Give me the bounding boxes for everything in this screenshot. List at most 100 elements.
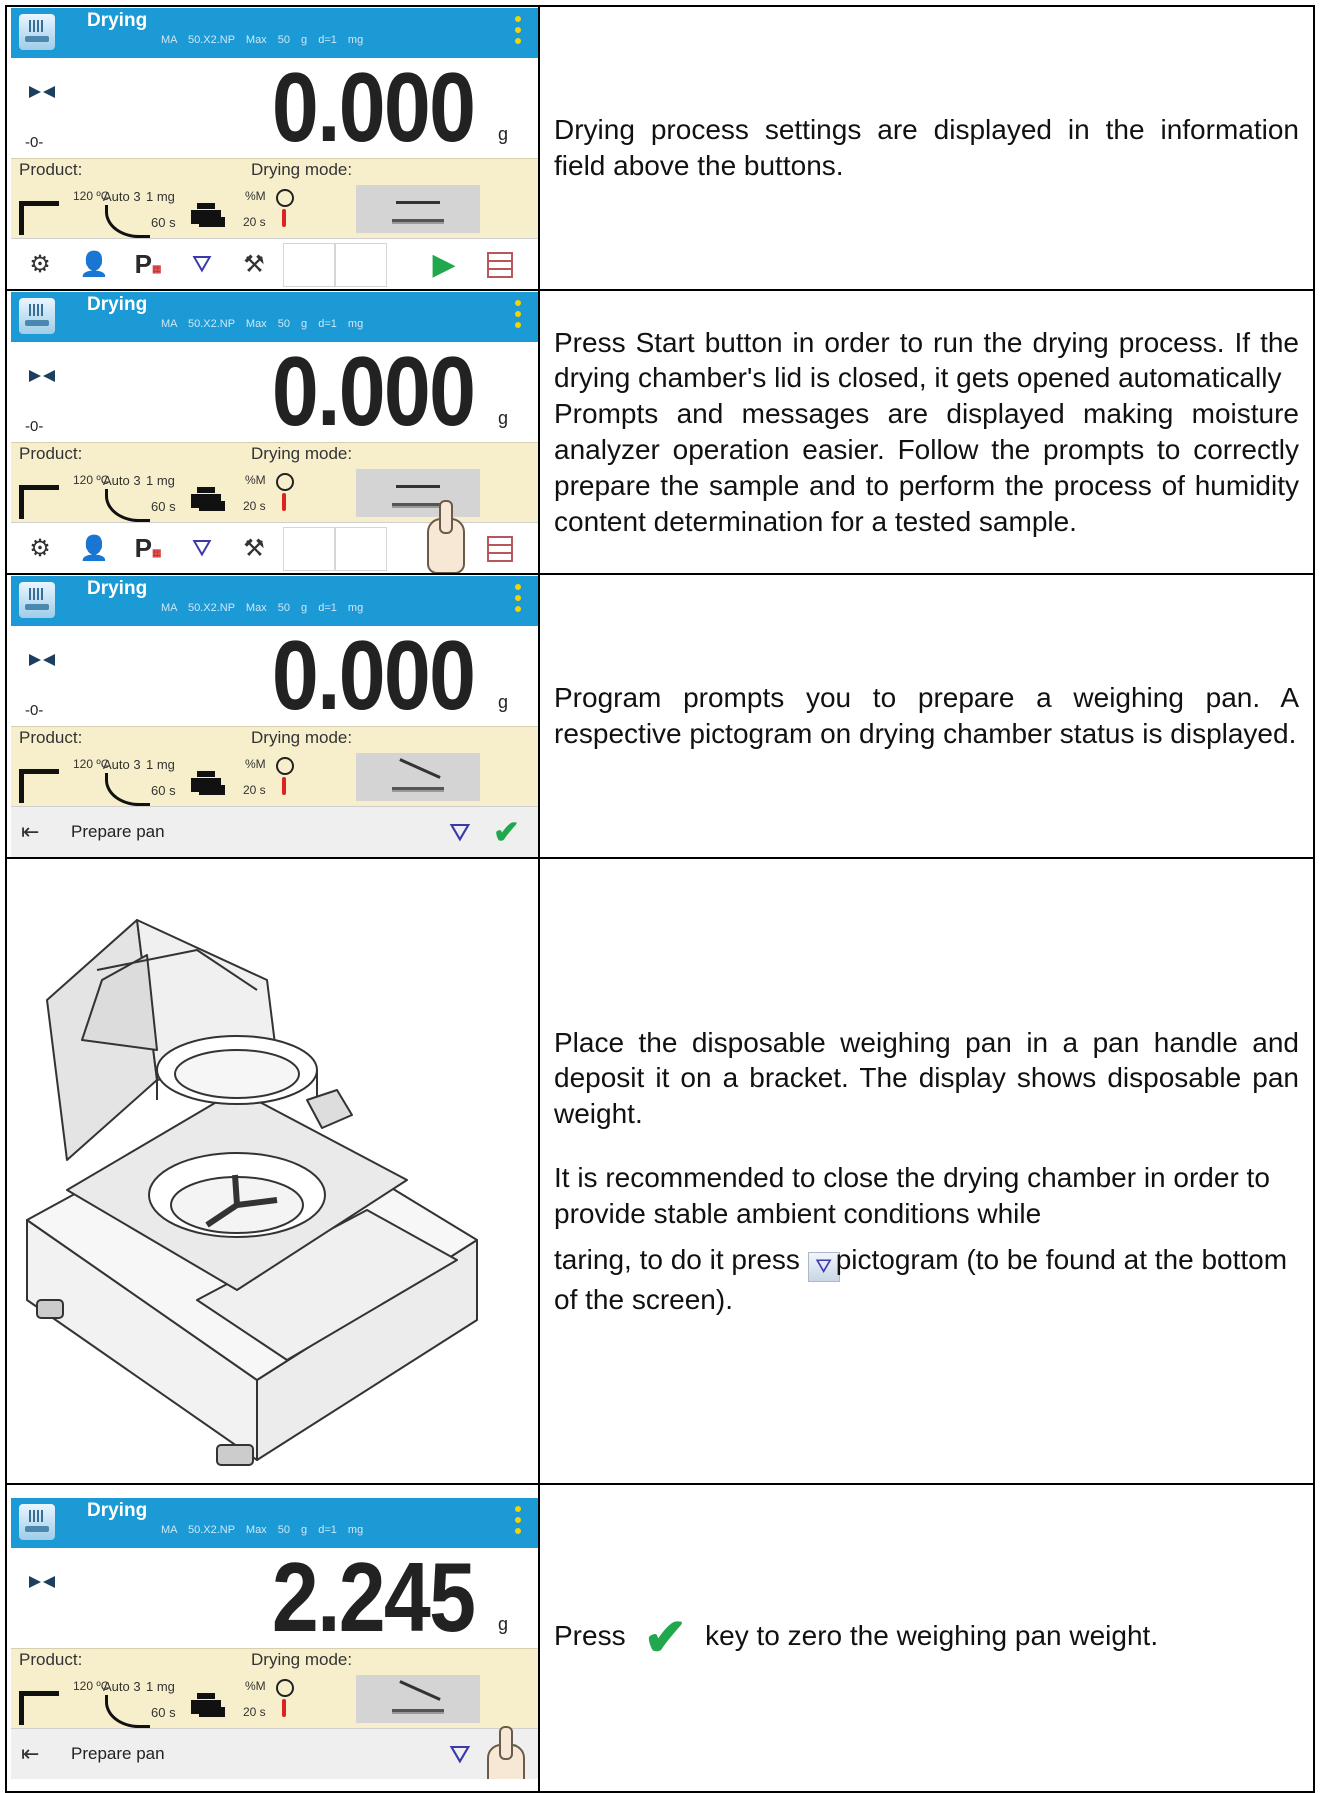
empty-button[interactable] [283,527,335,571]
product-label: Product: [19,1650,83,1669]
table-row: Drying MA 50.X2.NP Max 50 g d=1 mg -0- 0… [5,289,1315,575]
empty-button[interactable] [335,527,387,571]
printer-icon [191,487,221,513]
stability-marker-icon [29,654,55,666]
result-unit-value: %M [245,189,266,203]
tare-chamber-icon[interactable]: ⛛ [177,243,227,286]
drying-mode-label: Drying mode: [251,728,353,747]
product-database-icon[interactable]: P ▦ [123,243,173,286]
print-interval-value: 20 s [243,215,266,229]
weighing-display: -0- 0.000 g [11,58,538,158]
settings-gear-icon[interactable]: ⚙ [15,527,65,570]
drying-mode-label: Drying mode: [251,1650,353,1669]
bracket-icon [392,1709,444,1714]
mass-value: 1 mg [146,1679,175,1694]
tools-icon[interactable]: ⚒ [229,527,279,570]
empty-button[interactable] [283,243,335,287]
mode-title: Drying [87,578,148,599]
model-info: MA 50.X2.NP Max 50 g d=1 mg [161,318,364,330]
menu-kebab-icon[interactable] [514,584,522,618]
auto-mode-value: Auto 3 [103,473,141,488]
stability-marker-icon [29,370,55,382]
screenshot-cell: Drying MA 50.X2.NP Max 50 g d=1 mg 2.245… [5,1483,540,1793]
printer-icon [191,1693,221,1719]
info-field: Product: Drying mode: 120 ºC Auto 3 1 mg… [11,1648,538,1729]
description-cell: Press ✔ key to zero the weighing pan weigh… [538,1483,1315,1793]
drying-profile-icon [19,485,59,519]
tare-chamber-icon[interactable]: ⛛ [177,527,227,570]
drying-mode-icon[interactable] [19,582,55,618]
interval-value: 60 s [151,1705,176,1720]
description-text: Drying process settings are displayed in… [554,114,1299,181]
prompt-message: Prepare pan [71,822,165,841]
auto-mode-value: Auto 3 [103,1679,141,1694]
printer-icon [191,203,221,229]
tools-icon[interactable]: ⚒ [229,243,279,286]
bracket-icon [392,503,444,508]
settings-gear-icon[interactable]: ⚙ [15,243,65,286]
drying-profile-icon [19,201,59,235]
database-icon[interactable] [475,243,525,286]
drying-curve-icon [105,489,150,522]
auto-mode-value: Auto 3 [103,757,141,772]
drying-mode-icon[interactable] [19,298,55,334]
tare-chamber-icon[interactable]: ⛛ [449,817,471,849]
drying-curve-icon [105,1695,150,1728]
message-bar: ⇤ Prepare pan ⛛ ✔ [11,1728,538,1779]
prompt-message: Prepare pan [71,1744,165,1763]
model-info: MA 50.X2.NP Max 50 g d=1 mg [161,1524,364,1536]
description-text: It is recommended to close the drying ch… [554,1162,1270,1229]
stability-marker-icon [29,1576,55,1588]
user-icon[interactable]: 👤 [69,243,119,286]
user-icon[interactable]: 👤 [69,527,119,570]
info-field: Product: Drying mode: 120 ºC Auto 3 1 mg… [11,726,538,807]
result-unit-value: %M [245,473,266,487]
confirm-check-icon[interactable]: ✔ [493,813,520,851]
interval-value: 60 s [151,215,176,230]
check-key-icon: ✔ [643,1608,688,1667]
pan-icon [399,1680,441,1701]
mass-value: 1 mg [146,189,175,204]
weighing-display: 2.245 g [11,1548,538,1648]
top-bar: Drying MA 50.X2.NP Max 50 g d=1 mg [11,576,538,626]
mass-value: 1 mg [146,473,175,488]
top-bar: Drying MA 50.X2.NP Max 50 g d=1 mg [11,8,538,58]
zero-indicator: -0- [25,418,44,435]
menu-kebab-icon[interactable] [514,300,522,334]
thermometer-icon [282,777,286,795]
exit-icon[interactable]: ⇤ [21,819,39,845]
pan-icon [396,485,440,488]
description-cell: Press Start button in order to run the d… [538,289,1315,575]
drying-profile-icon [19,769,59,803]
thermometer-icon [282,1699,286,1717]
message-bar: ⇤ Prepare pan ⛛ ✔ [11,806,538,857]
info-field: Product: Drying mode: 120 ºC Auto 3 1 mg… [11,158,538,239]
mass-value: 1 mg [146,757,175,772]
product-database-icon[interactable]: P ▦ [123,527,173,570]
tare-chamber-icon[interactable]: ⛛ [449,1739,471,1771]
drying-mode-icon[interactable] [19,1504,55,1540]
drying-mode-icon[interactable] [19,14,55,50]
thermometer-icon [282,209,286,227]
print-interval-value: 20 s [243,1705,266,1719]
exit-icon[interactable]: ⇤ [21,1741,39,1767]
description-text: Program prompts you to prepare a weighin… [554,682,1299,749]
start-play-icon[interactable]: ▶ [419,243,469,286]
pointing-hand-icon [487,1726,525,1779]
database-icon[interactable] [475,527,525,570]
description-cell: Place the disposable weighing pan in a p… [538,857,1315,1485]
chamber-status [356,469,480,517]
drying-curve-icon [105,205,150,238]
table-row: Place the disposable weighing pan in a p… [5,857,1315,1485]
menu-kebab-icon[interactable] [514,1506,522,1540]
print-interval-value: 20 s [243,499,266,513]
stability-marker-icon [29,86,55,98]
thermometer-icon [282,493,286,511]
empty-button[interactable] [335,243,387,287]
menu-kebab-icon[interactable] [514,16,522,50]
description-text: Press ✔ key to zero the weighing pan weigh… [554,1605,1299,1672]
table-row: Drying MA 50.X2.NP Max 50 g d=1 mg 2.245… [5,1483,1315,1793]
weighing-display: -0- 0.000 g [11,626,538,726]
weight-unit: g [497,1614,508,1634]
weight-unit: g [497,124,508,144]
